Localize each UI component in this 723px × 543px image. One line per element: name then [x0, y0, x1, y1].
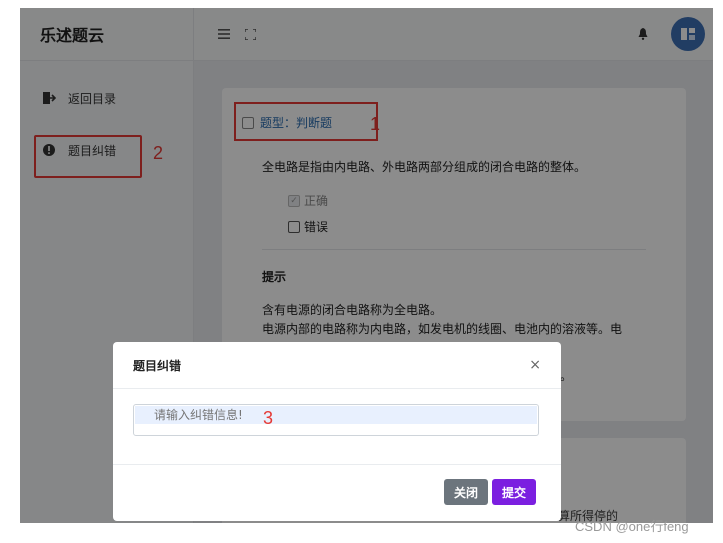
watermark: CSDN @one行feng [575, 519, 689, 534]
correction-input[interactable] [134, 405, 538, 425]
close-icon[interactable]: × [529, 357, 541, 373]
close-button[interactable]: 关闭 [444, 479, 489, 505]
modal-title: 题目纠错 [133, 358, 182, 373]
correction-modal: 题目纠错 × 3 关闭 提交 [113, 342, 561, 521]
annotation-number-3: 3 [263, 408, 274, 428]
modal-footer: 关闭 提交 [113, 464, 561, 521]
submit-button[interactable]: 提交 [492, 479, 537, 505]
correction-input-wrapper [133, 404, 539, 436]
modal-header: 题目纠错 × [113, 342, 561, 389]
